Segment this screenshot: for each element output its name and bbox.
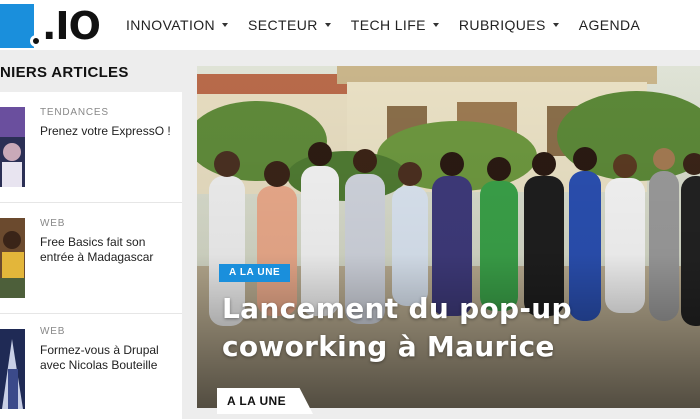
nav-item-innovation[interactable]: INNOVATION	[126, 17, 229, 33]
nav-item-secteur[interactable]: SECTEUR	[248, 17, 331, 33]
caret-down-icon	[552, 23, 559, 27]
article-thumbnail	[0, 218, 25, 298]
article-category: TENDANCES	[40, 107, 109, 118]
article-card[interactable]: WEB Formez-vous à Drupal avec Nicolas Bo…	[0, 313, 182, 419]
main-nav: INNOVATION SECTEUR TECH LIFE RUBRIQUES A…	[126, 0, 660, 50]
nav-item-label: RUBRIQUES	[458, 17, 546, 33]
sidebar-title: NIERS ARTICLES	[0, 64, 129, 81]
logo-mark-icon	[0, 4, 34, 48]
article-category: WEB	[40, 218, 66, 229]
caret-down-icon	[432, 23, 439, 27]
featured-article[interactable]: A LA UNE Lancement du pop-up coworking à…	[197, 66, 700, 408]
nav-item-label: TECH LIFE	[350, 17, 426, 33]
article-card[interactable]: TENDANCES Prenez votre ExpressO !	[0, 92, 182, 202]
article-category: WEB	[40, 326, 66, 337]
article-thumbnail	[0, 329, 25, 409]
article-title[interactable]: Prenez votre ExpressO !	[40, 124, 178, 139]
article-title[interactable]: Formez-vous à Drupal avec Nicolas Boutei…	[40, 343, 178, 373]
nav-item-label: SECTEUR	[248, 17, 318, 33]
article-card[interactable]: WEB Free Basics fait son entrée à Madaga…	[0, 202, 182, 313]
logo-text: .IO	[42, 4, 101, 48]
site-logo[interactable]: .IO	[0, 4, 101, 48]
featured-title[interactable]: Lancement du pop-up coworking à Maurice	[222, 290, 682, 366]
section-tag[interactable]: A LA UNE	[217, 388, 313, 414]
nav-item-label: AGENDA	[578, 17, 641, 33]
site-header: .IO INNOVATION SECTEUR TECH LIFE RUBRIQU…	[0, 0, 700, 50]
nav-item-rubriques[interactable]: RUBRIQUES	[459, 17, 559, 33]
caret-down-icon	[222, 23, 229, 27]
nav-item-tech-life[interactable]: TECH LIFE	[351, 17, 439, 33]
caret-down-icon	[324, 23, 331, 27]
featured-badge[interactable]: A LA UNE	[219, 264, 291, 282]
article-title[interactable]: Free Basics fait son entrée à Madagascar	[40, 235, 178, 265]
article-thumbnail	[0, 107, 25, 187]
nav-item-agenda[interactable]: AGENDA	[579, 17, 641, 33]
nav-item-label: INNOVATION	[126, 17, 216, 33]
logo-dot-icon	[30, 35, 42, 47]
section-tag-label: A LA UNE	[227, 394, 286, 408]
latest-articles-list: TENDANCES Prenez votre ExpressO ! WEB Fr…	[0, 92, 182, 419]
